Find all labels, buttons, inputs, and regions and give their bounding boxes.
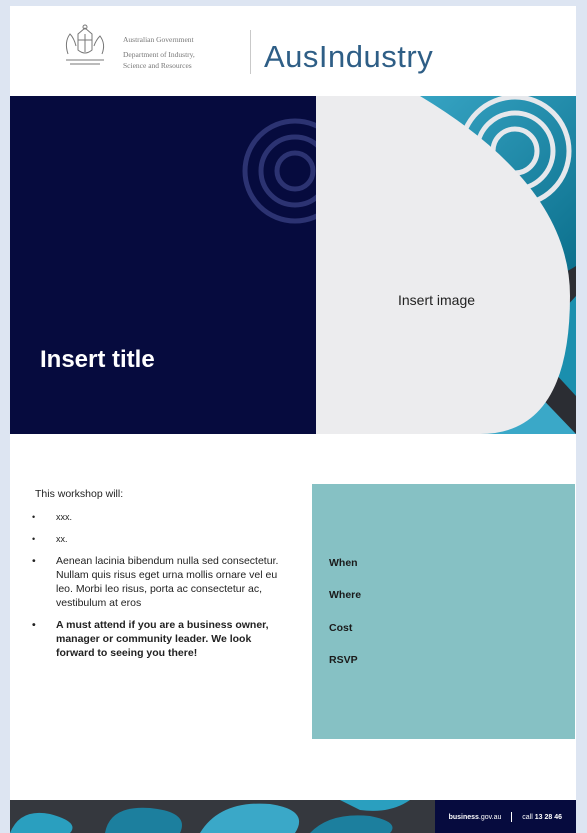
footer: business.gov.au call 13 28 46 (10, 800, 576, 833)
footer-call-label: call (522, 813, 533, 821)
hero-title: Insert title (40, 346, 155, 373)
bullet-text: A must attend if you are a business owne… (56, 619, 269, 659)
hero-artwork (10, 96, 576, 434)
bullet-text: Aenean lacinia bibendum nulla sed consec… (56, 555, 279, 609)
when-label: When (329, 557, 358, 569)
list-item: • A must attend if you are a business ow… (32, 618, 292, 660)
list-item: • xxx. (32, 510, 292, 524)
footer-phone: 13 28 46 (534, 813, 562, 821)
header-divider (250, 30, 251, 74)
flyer-page: Australian Government Department of Indu… (10, 6, 576, 833)
rsvp-label: RSVP (329, 654, 358, 666)
bullet-icon: • (32, 619, 36, 631)
footer-site-bold: business (448, 813, 479, 821)
govt-line-1: Australian Government (123, 35, 194, 44)
coat-of-arms-logo (65, 24, 105, 65)
list-item: • Aenean lacinia bibendum nulla sed cons… (32, 554, 292, 610)
hero-banner: Insert title Insert image (10, 96, 576, 434)
bullet-text: xx. (56, 534, 68, 544)
footer-contact: business.gov.au call 13 28 46 (449, 812, 562, 822)
bullet-icon: • (32, 555, 36, 567)
govt-line-2: Department of Industry, (123, 50, 195, 59)
bullet-text: xxx. (56, 512, 73, 522)
government-wordmark: Australian Government Department of Indu… (123, 34, 195, 71)
bullet-icon: • (32, 534, 36, 544)
footer-divider (511, 812, 513, 822)
govt-line-3: Science and Resources (123, 61, 192, 70)
workshop-bullets: • xxx. • xx. • Aenean lacinia bibendum n… (32, 510, 292, 668)
header: Australian Government Department of Indu… (10, 6, 576, 96)
image-placeholder-label: Insert image (398, 292, 476, 308)
footer-site-rest: .gov.au (478, 813, 502, 821)
ausindustry-logo: AusIndustry (264, 39, 434, 74)
workshop-intro: This workshop will: (35, 488, 124, 500)
bullet-icon: • (32, 512, 36, 522)
event-details-box: When Where Cost RSVP (312, 484, 575, 739)
list-item: • xx. (32, 532, 292, 546)
cost-label: Cost (329, 622, 353, 634)
where-label: Where (329, 589, 362, 601)
